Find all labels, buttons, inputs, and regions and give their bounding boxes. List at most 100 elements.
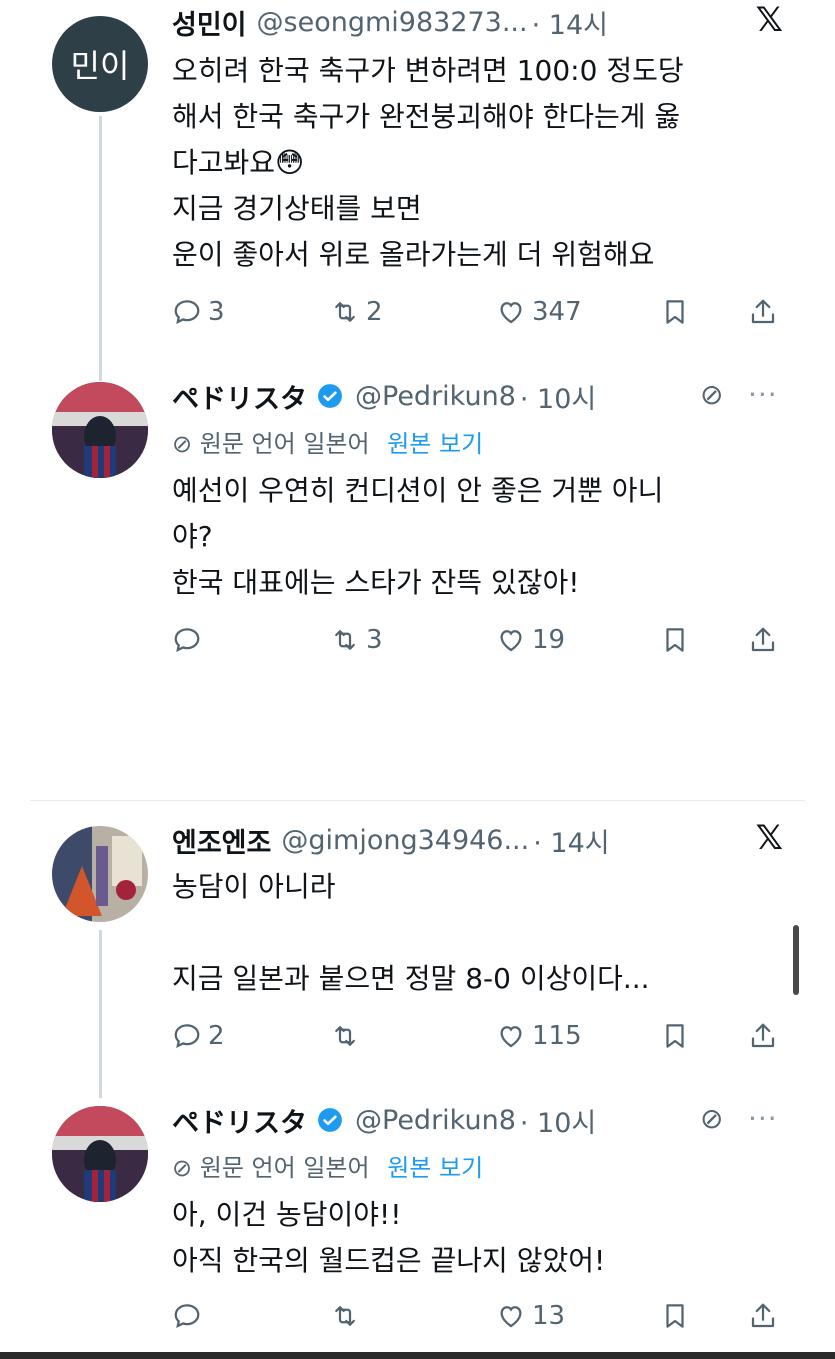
retweet-icon bbox=[335, 630, 355, 650]
avatar[interactable]: 민이 bbox=[52, 16, 148, 112]
reply-count: 2 bbox=[208, 1021, 225, 1051]
retweet-button[interactable] bbox=[330, 1296, 366, 1336]
x-logo-icon: 𝕏 bbox=[755, 0, 783, 40]
verified-badge-icon bbox=[318, 384, 342, 408]
handle[interactable]: @seongmi983273... bbox=[257, 7, 528, 38]
thread-line bbox=[99, 116, 102, 381]
retweet-count: 2 bbox=[366, 297, 383, 327]
display-name[interactable]: 성민이 bbox=[172, 3, 247, 42]
bookmark-icon bbox=[666, 1304, 684, 1328]
avatar[interactable] bbox=[52, 1106, 148, 1202]
verified-badge-icon bbox=[318, 1108, 342, 1132]
bookmark-icon bbox=[666, 628, 684, 652]
retweet-button[interactable]: 3 bbox=[330, 620, 383, 660]
avatar-image bbox=[52, 1106, 148, 1202]
like-count: 19 bbox=[532, 625, 566, 655]
translation-notice: ⊘ 원문 언어 일본어 원본 보기 bbox=[172, 424, 483, 459]
more-icon[interactable]: ··· bbox=[748, 378, 778, 411]
share-button[interactable] bbox=[748, 620, 784, 660]
timestamp[interactable]: · 10시 bbox=[520, 1101, 596, 1140]
translation-label: 원문 언어 일본어 bbox=[199, 1154, 370, 1182]
like-button[interactable]: 115 bbox=[496, 1016, 582, 1056]
reply-button[interactable]: 3 bbox=[172, 292, 225, 332]
like-button[interactable]: 347 bbox=[496, 292, 582, 332]
tweet-header: 성민이 @seongmi983273... · 14시 bbox=[172, 0, 608, 44]
reply-icon bbox=[174, 300, 200, 325]
view-original-link[interactable]: 원본 보기 bbox=[387, 1154, 483, 1182]
avatar[interactable] bbox=[52, 382, 148, 478]
tweet-text: 예선이 우연히 컨디션이 안 좋은 거뿐 아니 야? 한국 대표에는 스타가 잔… bbox=[172, 474, 664, 599]
like-count: 115 bbox=[532, 1021, 582, 1051]
tweet-text: 농담이 아니라 지금 일본과 붙으면 정말 8-0 이상이다... bbox=[172, 870, 650, 995]
share-icon bbox=[751, 1303, 775, 1328]
share-icon bbox=[751, 299, 775, 324]
avatar-image bbox=[52, 826, 148, 922]
display-name[interactable]: ペドリスタ bbox=[172, 1101, 307, 1140]
hidden-eye-icon[interactable]: ⊘ bbox=[700, 378, 723, 411]
more-icon[interactable]: ··· bbox=[748, 1102, 778, 1135]
share-button[interactable] bbox=[748, 292, 784, 332]
thread-divider bbox=[30, 800, 805, 801]
reply-count: 3 bbox=[208, 297, 225, 327]
timestamp[interactable]: · 14시 bbox=[532, 3, 608, 42]
tweet-header: ペドリスタ @Pedrikun8 · 10시 bbox=[172, 374, 596, 418]
retweet-icon bbox=[335, 1306, 355, 1326]
display-name[interactable]: 엔조엔조 bbox=[172, 821, 271, 860]
bookmark-button[interactable] bbox=[660, 1016, 696, 1056]
action-bar: 2 115 bbox=[172, 1016, 792, 1056]
reply-button[interactable] bbox=[172, 620, 208, 660]
x-logo-icon: 𝕏 bbox=[755, 818, 783, 858]
thread-line bbox=[99, 930, 102, 1098]
share-icon bbox=[751, 627, 775, 652]
like-button[interactable]: 13 bbox=[496, 1296, 565, 1336]
translation-label: 원문 언어 일본어 bbox=[199, 430, 370, 458]
action-bar: 3 2 347 bbox=[172, 292, 792, 332]
translate-icon: ⊘ bbox=[172, 1154, 193, 1182]
like-count: 347 bbox=[532, 297, 582, 327]
reply-icon bbox=[174, 1304, 200, 1329]
avatar-image bbox=[52, 382, 148, 478]
heart-icon bbox=[500, 1306, 522, 1328]
heart-icon bbox=[500, 1026, 522, 1048]
retweet-button[interactable]: 2 bbox=[330, 292, 383, 332]
bookmark-icon bbox=[666, 1024, 684, 1048]
like-button[interactable]: 19 bbox=[496, 620, 565, 660]
bookmark-button[interactable] bbox=[660, 292, 696, 332]
view-original-link[interactable]: 원본 보기 bbox=[387, 430, 483, 458]
share-button[interactable] bbox=[748, 1016, 784, 1056]
bottom-edge bbox=[0, 1352, 835, 1359]
bookmark-icon bbox=[666, 300, 684, 324]
avatar[interactable] bbox=[52, 826, 148, 922]
retweet-count: 3 bbox=[366, 625, 383, 655]
bookmark-button[interactable] bbox=[660, 620, 696, 660]
share-button[interactable] bbox=[748, 1296, 784, 1336]
tweet-text: 아, 이건 농담이야!! 아직 한국의 월드컵은 끝나지 않았어! bbox=[172, 1198, 606, 1277]
avatar-text: 민이 bbox=[70, 47, 130, 85]
share-icon bbox=[751, 1023, 775, 1048]
timestamp[interactable]: · 14시 bbox=[533, 821, 609, 860]
handle[interactable]: @Pedrikun8 bbox=[355, 1105, 516, 1136]
timestamp[interactable]: · 10시 bbox=[520, 377, 596, 416]
reply-button[interactable]: 2 bbox=[172, 1016, 225, 1056]
like-count: 13 bbox=[532, 1301, 566, 1331]
handle[interactable]: @Pedrikun8 bbox=[355, 381, 516, 412]
reply-icon bbox=[174, 628, 200, 653]
scrollbar[interactable] bbox=[793, 925, 799, 995]
retweet-button[interactable] bbox=[330, 1016, 366, 1056]
display-name[interactable]: ペドリスタ bbox=[172, 377, 307, 416]
tweet-header: 엔조엔조 @gimjong34946... · 14시 bbox=[172, 818, 610, 862]
handle[interactable]: @gimjong34946... bbox=[281, 825, 529, 856]
translate-icon: ⊘ bbox=[172, 430, 193, 458]
reply-button[interactable] bbox=[172, 1296, 208, 1336]
retweet-icon bbox=[335, 1026, 355, 1046]
reply-icon bbox=[174, 1024, 200, 1049]
heart-icon bbox=[500, 302, 522, 324]
retweet-icon bbox=[335, 302, 355, 322]
action-bar: 3 19 bbox=[172, 620, 792, 660]
tweet-text: 오히려 한국 축구가 변하려면 100:0 정도당 해서 한국 축구가 완전붕괴… bbox=[172, 54, 684, 271]
hidden-eye-icon[interactable]: ⊘ bbox=[700, 1102, 723, 1135]
action-bar: 13 bbox=[172, 1296, 792, 1336]
bookmark-button[interactable] bbox=[660, 1296, 696, 1336]
translation-notice: ⊘ 원문 언어 일본어 원본 보기 bbox=[172, 1148, 483, 1183]
heart-icon bbox=[500, 630, 522, 652]
